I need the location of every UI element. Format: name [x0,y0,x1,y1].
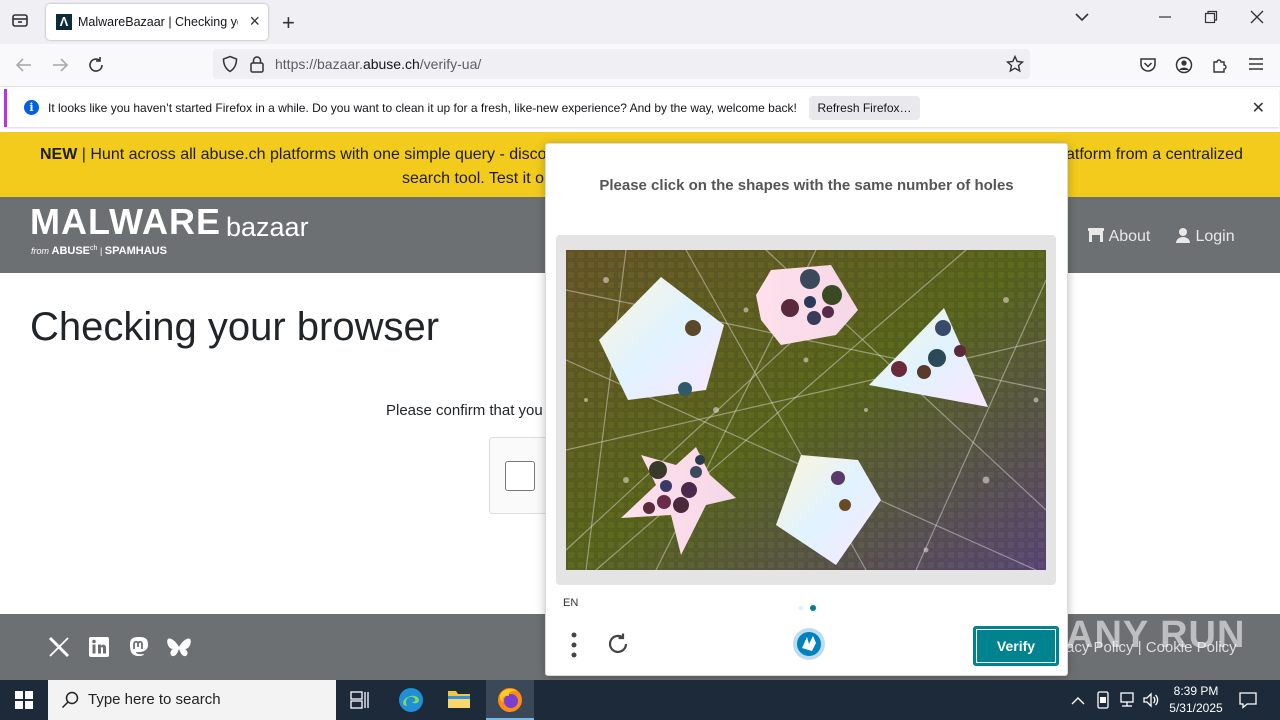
progress-dot [798,605,804,611]
tracking-protection-shield-icon[interactable] [221,55,239,78]
restore-icon[interactable] [1204,8,1218,29]
banner-line-1-right: atform from a centralized [1066,146,1243,163]
new-tab-icon[interactable]: + [282,10,295,36]
user-icon [1176,228,1190,243]
task-view-icon[interactable] [350,691,370,714]
minimize-icon[interactable] [1158,8,1172,29]
url-text[interactable]: https://bazaar.abuse.ch/verify-ua/ [275,56,481,72]
challenge-progress-dots [798,600,818,618]
more-options-icon[interactable] [570,632,578,663]
browser-tab-active[interactable]: Λ MalwareBazaar | Checking your browser … [46,4,268,40]
info-icon: i [24,100,39,115]
refresh-challenge-icon[interactable] [606,632,630,661]
mastodon-icon[interactable] [128,636,150,664]
bookmark-star-icon[interactable] [1005,54,1025,78]
system-clock[interactable]: 8:39 PM 5/31/2025 [1166,683,1226,717]
notification-message: It looks like you haven’t started Firefo… [48,101,797,115]
taskbar-firefox-active[interactable] [486,680,534,720]
notifications-icon[interactable] [1239,691,1257,714]
url-bar[interactable]: https://bazaar.abuse.ch/verify-ua/ [213,49,1030,79]
network-icon[interactable] [1118,691,1136,714]
system-tray-chevron-up-icon[interactable] [1071,693,1085,711]
tab-close-icon[interactable]: × [249,11,260,32]
close-window-icon[interactable] [1250,8,1264,29]
navigation-toolbar: https://bazaar.abuse.ch/verify-ua/ [0,44,1280,87]
search-icon [61,691,79,714]
reload-icon[interactable] [87,56,105,79]
verify-button[interactable]: Verify [973,626,1059,666]
edge-browser-icon[interactable] [398,687,424,718]
confirm-text: Please confirm that you [386,402,543,419]
nav-login[interactable]: Login [1175,227,1235,246]
tab-title: MalwareBazaar | Checking your browser [78,15,238,29]
banner-line-2[interactable]: search tool. Test it ou [402,170,553,188]
firefox-icon [497,687,523,718]
page-title: Checking your browser [30,305,440,349]
forward-arrow-icon[interactable] [51,56,69,79]
extensions-puzzle-icon[interactable] [1211,56,1229,79]
language-selector[interactable]: EN [563,597,578,609]
captcha-prompt: Please click on the shapes with the same… [599,177,1014,194]
banner-new-label: NEW [40,146,78,163]
menu-hamburger-icon[interactable] [1248,56,1264,77]
file-explorer-icon[interactable] [447,688,471,715]
pocket-icon[interactable] [1139,56,1157,79]
windows-taskbar: Type here to search 8:39 PM 5/31/2025 [0,680,1280,720]
volume-icon[interactable] [1142,691,1160,714]
taskbar-search-box[interactable]: Type here to search [48,680,336,720]
clock-time: 8:39 PM [1173,684,1219,698]
captcha-challenge-modal: Please click on the shapes with the same… [545,143,1068,676]
logo-bazaar[interactable]: bazaar [226,212,309,243]
nav-about[interactable]: About [1087,227,1150,246]
x-twitter-icon[interactable] [48,636,70,664]
list-tabs-chevron-down-icon[interactable] [1074,9,1090,30]
captcha-challenge-image[interactable] [566,250,1046,570]
tab-overview-icon[interactable] [11,11,29,34]
logo-malware[interactable]: MALWARE [30,201,221,243]
search-placeholder: Type here to search [88,691,221,708]
banner-line-1: NEW | Hunt across all abuse.ch platforms… [40,146,555,163]
captcha-checkbox[interactable] [505,461,535,491]
hcaptcha-logo-icon[interactable] [792,627,826,666]
linkedin-icon[interactable] [88,636,110,664]
windows-start-icon[interactable] [15,691,33,714]
clock-date: 5/31/2025 [1169,701,1223,715]
notification-close-icon[interactable]: ✕ [1252,98,1265,118]
tab-strip: Λ MalwareBazaar | Checking your browser … [0,0,1280,44]
logo-byline: from ABUSEch | SPAMHAUS [31,245,167,257]
progress-dot-active [810,605,816,611]
back-arrow-icon[interactable] [15,56,33,79]
refresh-firefox-button[interactable]: Refresh Firefox… [809,96,920,120]
lock-icon[interactable] [249,55,265,78]
captcha-image-frame [556,235,1056,585]
device-icon[interactable] [1096,691,1110,714]
anyrun-watermark: ANY RUN [1066,614,1246,656]
malwarebazaar-favicon-icon: Λ [56,14,72,30]
home-icon [1088,228,1104,242]
account-icon[interactable] [1175,56,1193,79]
bluesky-icon[interactable] [166,637,192,665]
firefox-refresh-notification: i It looks like you haven’t started Fire… [4,89,1279,127]
